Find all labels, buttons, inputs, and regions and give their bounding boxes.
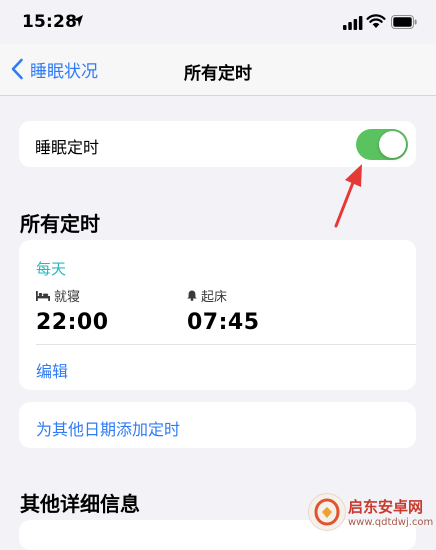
sleep-schedule-toggle[interactable] [356,129,408,160]
bedtime-value: 22:00 [36,310,109,335]
add-schedule-row[interactable]: 为其他日期添加定时 [19,402,416,448]
status-time: 15:28 [22,12,78,32]
watermark-name: 启东安卓网 [348,498,424,516]
bedtime-label: 就寝 [54,290,81,305]
divider [36,344,416,345]
add-schedule-button[interactable]: 为其他日期添加定时 [36,416,180,440]
cellular-signal-icon [343,16,363,30]
other-details-heading: 其他详细信息 [20,492,140,516]
bed-icon [36,290,50,301]
schedule-card: 每天 就寝 22:00 起床 07:45 编辑 [19,240,416,390]
bedtime-block: 就寝 22:00 [36,286,109,335]
wake-label: 起床 [201,290,228,305]
watermark: 启东安卓网 www.qdtdwj.com [300,482,436,537]
page-title: 所有定时 [184,64,252,84]
navigation-bar: 睡眠状况 所有定时 [0,44,436,96]
wake-block: 起床 07:45 [187,286,260,335]
battery-icon [391,15,417,29]
toggle-knob [379,131,406,158]
all-schedules-heading: 所有定时 [20,212,100,236]
status-bar: 15:28 [0,0,436,44]
watermark-url: www.qdtdwj.com [348,517,434,528]
watermark-logo-icon [308,493,346,531]
location-arrow-icon [73,15,83,27]
wifi-icon [366,14,386,28]
annotation-arrow-icon [334,164,362,228]
edit-schedule-button[interactable]: 编辑 [36,358,68,382]
wake-value: 07:45 [187,310,260,335]
bell-icon [187,290,197,301]
sleep-schedule-label: 睡眠定时 [35,138,100,157]
schedule-days: 每天 [36,260,67,278]
